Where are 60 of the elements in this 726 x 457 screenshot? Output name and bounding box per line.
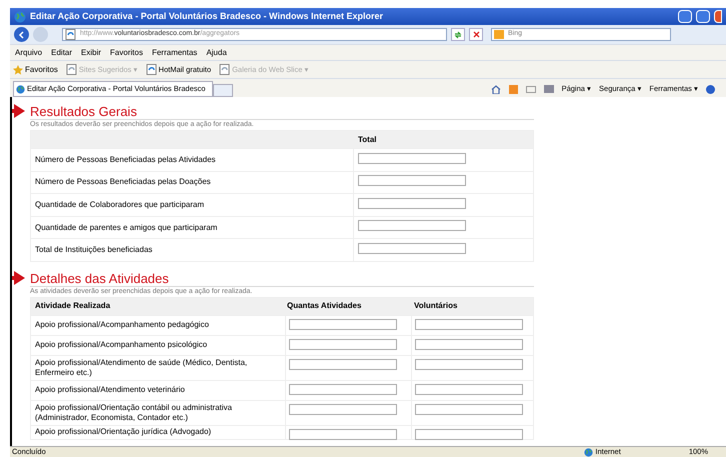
- volunteers-input[interactable]: [415, 404, 523, 416]
- row-label: Apoio profissional/Acompanhamento pedagógico: [31, 316, 286, 335]
- home-icon[interactable]: [490, 84, 501, 94]
- refresh-button[interactable]: [451, 28, 465, 41]
- refresh-icon: [454, 30, 462, 38]
- row-label: Quantidade de parentes e amigos que participaram: [31, 216, 354, 238]
- total-input[interactable]: [358, 152, 466, 164]
- row-label: Apoio profissional/Orientação jurídica (Advogado): [31, 426, 286, 439]
- menu-item[interactable]: Ajuda: [206, 46, 227, 58]
- activities-input[interactable]: [289, 384, 397, 396]
- close-icon: [472, 31, 480, 38]
- row-label: Apoio profissional/Acompanhamento psicológico: [31, 336, 286, 355]
- activities-input[interactable]: [289, 404, 397, 416]
- total-input[interactable]: [358, 198, 466, 209]
- row-label: Apoio profissional/Atendimento veterinário: [31, 380, 286, 400]
- globe-icon: [584, 448, 594, 456]
- column-header: Total: [357, 134, 378, 146]
- window-title: Editar Ação Corporativa - Portal Voluntários Bradesco - Windows Internet Explorer: [30, 10, 384, 23]
- volunteers-input[interactable]: [415, 429, 523, 440]
- row-label: Total de Instituições beneficiadas: [31, 239, 354, 261]
- total-input[interactable]: [358, 175, 466, 186]
- minimize-button[interactable]: [678, 10, 692, 23]
- close-button[interactable]: [714, 10, 722, 23]
- page-icon: [66, 64, 77, 75]
- activities-input[interactable]: [289, 339, 397, 350]
- activities-input[interactable]: [289, 429, 397, 440]
- total-input[interactable]: [358, 220, 466, 232]
- page-icon: [65, 29, 76, 40]
- page-icon: [219, 64, 230, 75]
- star-icon: [13, 64, 23, 74]
- menu-item[interactable]: Favoritos: [110, 46, 143, 58]
- menu-item[interactable]: Editar: [51, 46, 72, 58]
- stop-button[interactable]: [469, 28, 483, 41]
- volunteers-input[interactable]: [415, 359, 523, 370]
- favorites-button[interactable]: Favoritos: [13, 64, 58, 76]
- volunteers-input[interactable]: [415, 319, 523, 330]
- row-label: Apoio profissional/Orientação contábil ou administrativa (Administrador, Economista, Contador etc.): [31, 400, 286, 425]
- globe-icon: [14, 10, 26, 22]
- menu-item[interactable]: Exibir: [81, 46, 102, 58]
- globe-icon: [16, 84, 25, 94]
- activities-input[interactable]: [289, 319, 397, 330]
- row-label: Apoio profissional/Atendimento de saúde (Médico, Dentista, Enfermeiro etc.): [31, 356, 286, 380]
- maximize-button[interactable]: [696, 10, 710, 23]
- row-label: Número de Pessoas Beneficiadas pelas Atividades: [31, 149, 354, 171]
- section-title: Detalhes das Atividades: [30, 270, 534, 287]
- menu-item[interactable]: Ferramentas: [152, 46, 198, 58]
- new-tab[interactable]: [213, 84, 233, 97]
- activities-input[interactable]: [289, 359, 397, 370]
- total-input[interactable]: [358, 242, 466, 254]
- page-icon: [146, 64, 157, 75]
- column-header: Voluntários: [413, 300, 458, 312]
- section-title: Resultados Gerais: [30, 104, 534, 120]
- volunteers-input[interactable]: [415, 339, 523, 350]
- row-label: Número de Pessoas Beneficiadas pelas Doações: [31, 172, 354, 194]
- menu-item[interactable]: Arquivo: [15, 46, 42, 58]
- column-header: Atividade Realizada: [34, 300, 112, 312]
- row-label: Quantidade de Colaboradores que participaram: [31, 194, 354, 216]
- column-header: Quantas Atividades: [286, 300, 362, 312]
- back-button[interactable]: [14, 27, 29, 42]
- volunteers-input[interactable]: [415, 384, 523, 396]
